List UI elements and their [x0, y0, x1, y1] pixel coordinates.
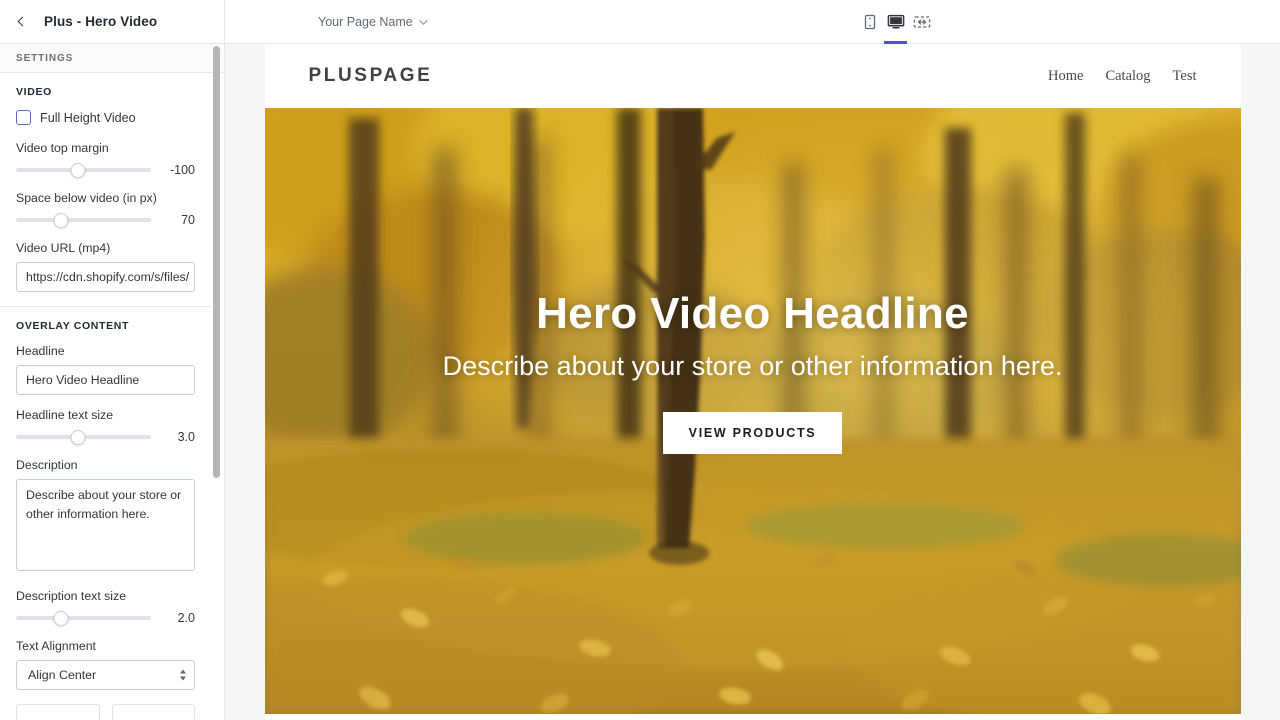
device-button-full-width[interactable] [909, 0, 934, 44]
nav-link-catalog[interactable]: Catalog [1105, 68, 1150, 85]
slider-thumb[interactable] [53, 610, 69, 626]
cutoff-control-right[interactable] [111, 704, 195, 720]
slider-space-below-video[interactable] [16, 212, 151, 228]
field-space-below-video: Space below video (in px) 70 [16, 191, 195, 228]
video-url-input[interactable]: https://cdn.shopify.com/s/files/ [16, 262, 195, 292]
chevron-down-icon [418, 15, 428, 25]
sidebar-scrollbar[interactable] [213, 44, 220, 720]
group-title-overlay-content: OVERLAY CONTENT [16, 320, 130, 332]
checkbox-icon[interactable] [16, 110, 31, 125]
hero-overlay-content: Hero Video Headline Describe about your … [265, 108, 1241, 714]
field-headline: Headline Hero Video Headline [16, 344, 195, 395]
label-headline-text-size: Headline text size [16, 408, 114, 422]
cutoff-control-left[interactable] [16, 704, 100, 720]
field-video-top-margin: Video top margin -100 [16, 141, 195, 178]
field-video-url: Video URL (mp4) https://cdn.shopify.com/… [16, 241, 195, 292]
top-bar-center: Your Page Name [225, 0, 1280, 44]
value-space-below-video: 70 [181, 213, 195, 227]
workspace: SETTINGS VIDEO Full Height Video Video t… [0, 44, 1280, 720]
chevron-left-icon [17, 16, 28, 27]
hero-video-section: Hero Video Headline Describe about your … [264, 108, 1241, 714]
field-description: Description [16, 458, 195, 576]
top-bar: Plus - Hero Video Your Page Name [0, 0, 1280, 44]
device-button-desktop[interactable] [883, 0, 908, 44]
document-title: Plus - Hero Video [44, 14, 158, 29]
device-button-mobile[interactable] [857, 0, 882, 44]
nav-link-test[interactable]: Test [1173, 68, 1197, 85]
slider-thumb[interactable] [70, 429, 86, 445]
label-video-top-margin: Video top margin [16, 141, 109, 155]
label-video-url: Video URL (mp4) [16, 241, 111, 255]
label-description-text-size: Description text size [16, 589, 127, 603]
hero-description: Describe about your store or other infor… [442, 350, 1063, 381]
full-width-icon [913, 16, 930, 28]
slider-headline-text-size[interactable] [16, 429, 151, 445]
page-designer-app: Plus - Hero Video Your Page Name SETTING… [0, 0, 1280, 720]
field-headline-text-size: Headline text size 3.0 [16, 408, 195, 445]
settings-scroll-area: VIDEO Full Height Video Video top margin [0, 73, 224, 720]
preview-frame-desktop: PLUSPAGE Home Catalog Test Hero Video He… [264, 44, 1241, 720]
value-video-top-margin: -100 [169, 163, 195, 177]
slider-description-text-size[interactable] [16, 610, 151, 626]
slider-thumb[interactable] [70, 162, 86, 178]
description-textarea[interactable] [16, 479, 195, 571]
sidebar-scrollbar-thumb[interactable] [213, 46, 220, 478]
label-headline: Headline [16, 344, 65, 358]
full-height-video-checkbox-row[interactable]: Full Height Video [16, 110, 195, 125]
label-space-below-video: Space below video (in px) [16, 191, 157, 205]
mobile-icon [864, 14, 875, 30]
headline-input[interactable]: Hero Video Headline [16, 365, 195, 395]
page-name-label: Your Page Name [318, 14, 413, 29]
slider-thumb[interactable] [53, 212, 69, 228]
store-logo[interactable]: PLUSPAGE [309, 65, 433, 87]
full-height-video-label: Full Height Video [40, 110, 136, 125]
device-preview-switcher [857, 0, 934, 44]
text-alignment-select[interactable]: Align Center [16, 660, 195, 690]
slider-video-top-margin[interactable] [16, 162, 151, 178]
settings-sidebar: SETTINGS VIDEO Full Height Video Video t… [0, 44, 225, 720]
value-description-text-size: 2.0 [177, 611, 195, 625]
field-text-alignment: Text Alignment Align Center [16, 639, 195, 690]
value-headline-text-size: 3.0 [177, 430, 195, 444]
top-bar-left: Plus - Hero Video [0, 0, 225, 44]
label-text-alignment: Text Alignment [16, 639, 96, 653]
storefront-header: PLUSPAGE Home Catalog Test [264, 44, 1241, 108]
settings-group-overlay-content: OVERLAY CONTENT Headline Hero Video Head… [0, 307, 211, 704]
settings-header: SETTINGS [0, 44, 224, 73]
preview-canvas: PLUSPAGE Home Catalog Test Hero Video He… [225, 44, 1280, 720]
desktop-icon [887, 14, 904, 29]
hero-headline: Hero Video Headline [536, 288, 969, 338]
slider-track [16, 218, 151, 222]
settings-group-video: VIDEO Full Height Video Video top margin [0, 73, 211, 307]
group-title-video: VIDEO [16, 86, 52, 98]
storefront-nav: Home Catalog Test [1048, 68, 1197, 85]
hero-cta-button[interactable]: VIEW PRODUCTS [662, 411, 843, 454]
settings-cutoff-row [0, 704, 211, 720]
label-description: Description [16, 458, 78, 472]
back-button[interactable] [8, 9, 34, 35]
field-description-text-size: Description text size 2.0 [16, 589, 195, 626]
slider-track [16, 616, 151, 620]
page-name-dropdown[interactable]: Your Page Name [310, 11, 433, 33]
nav-link-home[interactable]: Home [1048, 68, 1083, 85]
